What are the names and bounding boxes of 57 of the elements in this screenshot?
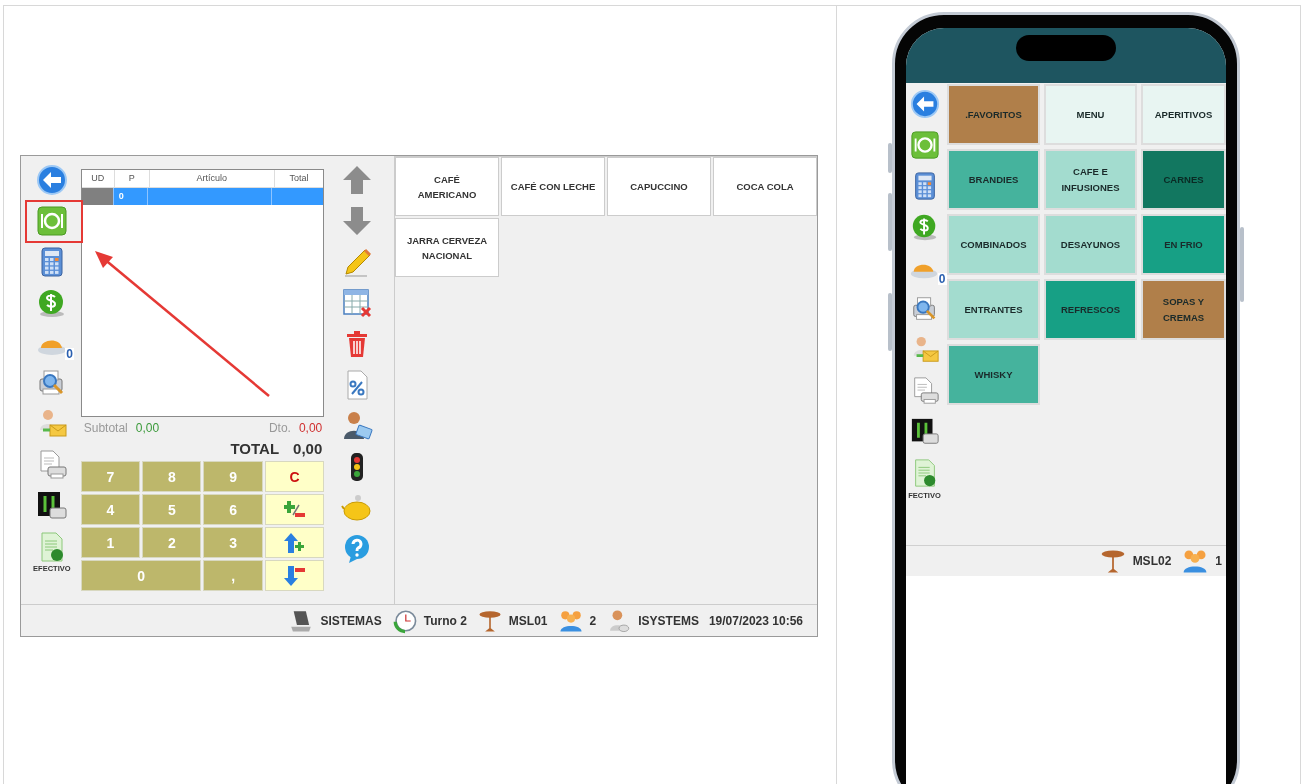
highlight-rectangle (25, 200, 83, 243)
product-button[interactable]: CAFÉ CON LECHE (501, 157, 605, 216)
sign-toggle-key[interactable] (264, 494, 325, 525)
table-cell: 0 (113, 188, 148, 205)
column-header: Artículo (149, 170, 275, 187)
piggy-bank-icon[interactable] (340, 492, 373, 524)
status-text: Turno 2 (423, 613, 467, 628)
category-button[interactable]: COMBINADOS (947, 214, 1040, 275)
status-text: ISYSTEMS (638, 613, 699, 628)
discount-value: 0,00 (298, 421, 323, 435)
plus-minus-icon (283, 500, 306, 519)
cutlery-printer-icon[interactable] (909, 417, 940, 447)
category-button[interactable]: ENTRANTES (947, 279, 1040, 340)
line-down-key[interactable] (264, 560, 325, 591)
column-header: UD (81, 170, 115, 187)
status-text: 2 (589, 613, 597, 628)
product-button[interactable]: CAFÉ AMERICANO (395, 157, 499, 216)
product-button[interactable]: CAPUCCINO (607, 157, 711, 216)
clock-icon (391, 607, 418, 634)
product-button[interactable]: COCA COLA (713, 157, 817, 216)
category-button[interactable]: SOPAS Y CREMAS (1141, 279, 1226, 340)
discount-label: Dto. (268, 421, 291, 435)
category-button[interactable]: EN FRIO (1141, 214, 1226, 275)
status-text: MSL01 (508, 613, 548, 628)
date-time: 19/07/2023 10:56 (708, 613, 803, 628)
back-icon[interactable] (35, 164, 68, 196)
category-button[interactable]: APERITIVOS (1141, 84, 1226, 145)
clear-key[interactable]: C (264, 461, 325, 492)
count-badge: 0 (937, 273, 947, 285)
column-header: P (114, 170, 150, 187)
category-button[interactable]: BRANDIES (947, 149, 1040, 210)
category-button[interactable]: CARNES (1141, 149, 1226, 210)
category-button[interactable]: DESAYUNOS (1044, 214, 1137, 275)
category-button[interactable]: .FAVORITOS (947, 84, 1040, 145)
down-arrow-minus-icon (283, 565, 306, 586)
status-text: MSL02 (1132, 554, 1172, 568)
category-button[interactable]: REFRESCOS (1044, 279, 1137, 340)
cutlery-printer-icon[interactable] (35, 490, 68, 522)
table-delete-icon[interactable] (340, 287, 373, 319)
total-label: TOTAL (230, 440, 280, 457)
plate-cutlery-icon[interactable] (909, 130, 940, 160)
back-icon[interactable] (909, 89, 940, 119)
status-text: SISTEMAS (320, 613, 382, 628)
total-value: 0,00 (293, 440, 323, 457)
plate-cutlery-icon[interactable] (35, 205, 68, 237)
category-button[interactable]: WHISKY (947, 344, 1040, 405)
line-up-key[interactable] (264, 527, 325, 558)
count-badge: 0 (65, 348, 74, 360)
subtotal-value: 0,00 (135, 421, 160, 435)
subtotal-label: Subtotal (83, 421, 128, 435)
status-text: 1 (1215, 554, 1222, 568)
ticket-row[interactable]: 0 (81, 188, 324, 205)
column-header: Total (288, 172, 310, 185)
product-button[interactable]: JARRA CERVEZA NACIONAL (395, 218, 499, 277)
category-button[interactable]: MENU (1044, 84, 1137, 145)
category-button[interactable]: CAFE E INFUSIONES (1044, 149, 1137, 210)
up-arrow-plus-icon (283, 532, 306, 553)
